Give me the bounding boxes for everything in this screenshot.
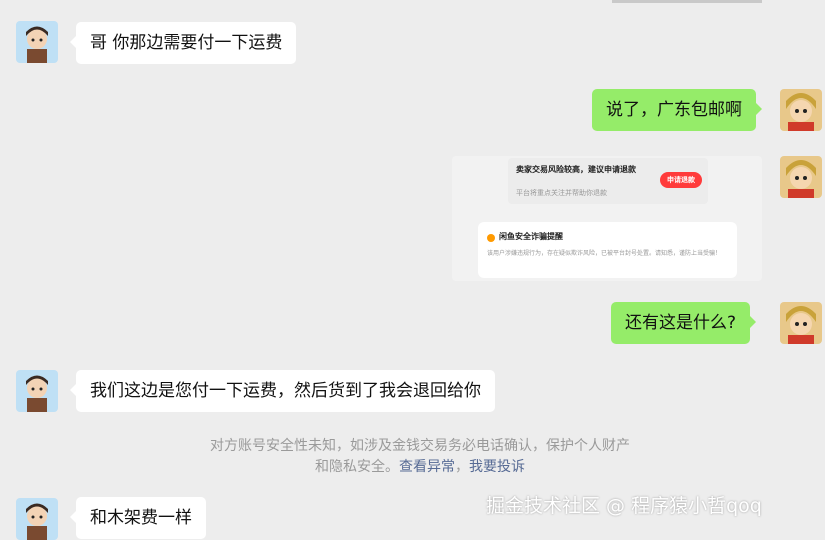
- fraud-warning-title: 闲鱼安全诈骗提醒: [499, 232, 563, 241]
- fraud-warning-text: 该用户涉嫌违规行为，存在疑似欺诈风险，已被平台封号处置。请知悉，谨防上当受骗！: [487, 250, 722, 257]
- watermark: 掘金技术社区 @ 程序猿小哲qoq: [486, 495, 762, 517]
- fraud-warning-panel: 闲鱼安全诈骗提醒 该用户涉嫌违规行为，存在疑似欺诈风险，已被平台封号处置。请知悉…: [478, 222, 737, 278]
- message-bubble-incoming[interactable]: 我们这边是您付一下运费，然后货到了我会退回给你: [70, 370, 495, 412]
- message-bubble-incoming[interactable]: 哥 你那边需要付一下运费: [69, 22, 297, 64]
- self-avatar[interactable]: [780, 302, 822, 344]
- contact-avatar[interactable]: [16, 21, 58, 63]
- self-avatar[interactable]: [780, 89, 822, 131]
- report-link[interactable]: 我要投诉: [469, 459, 525, 475]
- message-bubble-outgoing[interactable]: 说了，广东包邮啊: [592, 89, 762, 131]
- refund-suggestion-title: 卖家交易风险较高，建议申请退款: [516, 165, 636, 174]
- apply-refund-button: 申请退款: [660, 172, 702, 188]
- screenshot-image-message[interactable]: 卖家交易风险较高，建议申请退款 平台将重点关注并帮助你退款 申请退款 闲鱼安全诈…: [452, 156, 762, 281]
- contact-avatar[interactable]: [16, 370, 58, 412]
- security-notice: 对方账号安全性未知，如涉及金钱交易务必电话确认，保护个人财产和隐私安全。查看异常…: [210, 436, 630, 478]
- notice-separator: ，: [455, 459, 469, 475]
- refund-suggestion-subtitle: 平台将重点关注并帮助你退款: [516, 189, 607, 197]
- refund-suggestion-panel: 卖家交易风险较高，建议申请退款 平台将重点关注并帮助你退款 申请退款: [508, 158, 708, 204]
- message-bubble-outgoing[interactable]: 还有这是什么?: [611, 302, 757, 344]
- message-bubble-incoming[interactable]: 和木架费一样: [70, 497, 206, 539]
- view-abnormal-link[interactable]: 查看异常: [399, 459, 455, 475]
- previous-message-edge: [612, 0, 762, 3]
- warning-icon: [487, 234, 495, 242]
- self-avatar[interactable]: [780, 156, 822, 198]
